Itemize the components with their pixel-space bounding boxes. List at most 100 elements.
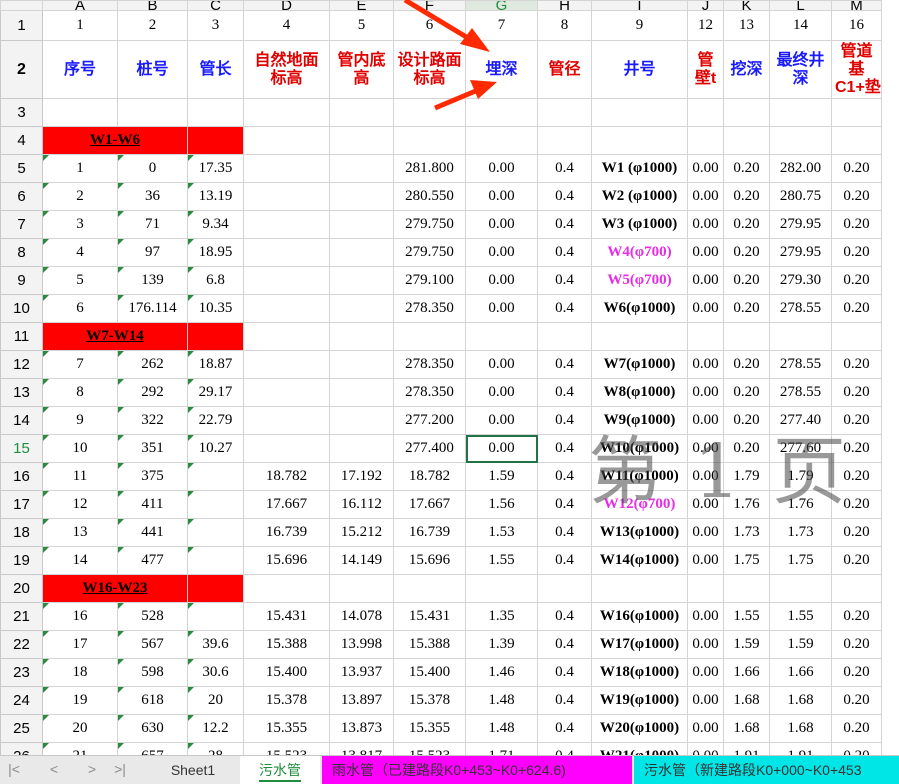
well-number-cell[interactable]: W2 (φ1000) — [591, 182, 688, 211]
empty-cell[interactable] — [591, 98, 688, 127]
col-number-cell[interactable]: 14 — [769, 10, 832, 41]
column-header-e[interactable]: E — [329, 0, 394, 11]
data-cell[interactable]: 279.30 — [769, 266, 832, 295]
data-cell[interactable]: 0.4 — [537, 742, 592, 755]
data-cell[interactable]: 0.00 — [687, 742, 724, 755]
column-header-a[interactable]: A — [42, 0, 118, 11]
data-cell[interactable]: 277.400 — [393, 434, 466, 463]
data-cell[interactable]: 598 — [117, 658, 188, 687]
data-cell[interactable]: 36 — [117, 182, 188, 211]
data-cell[interactable] — [329, 182, 394, 211]
data-cell[interactable]: 0.20 — [831, 742, 882, 755]
data-cell[interactable]: 1.68 — [723, 686, 770, 715]
well-number-cell[interactable]: W1 (φ1000) — [591, 154, 688, 183]
row-header-9[interactable]: 9 — [0, 266, 43, 295]
data-cell[interactable]: 5 — [42, 266, 118, 295]
well-number-cell[interactable]: W9(φ1000) — [591, 406, 688, 435]
data-cell[interactable]: 278.350 — [393, 350, 466, 379]
data-cell[interactable]: 0.20 — [723, 154, 770, 183]
data-cell[interactable]: 12 — [42, 490, 118, 519]
data-cell[interactable]: 12.2 — [187, 714, 244, 743]
data-cell[interactable] — [329, 378, 394, 407]
data-cell[interactable]: 0.00 — [687, 210, 724, 239]
data-cell[interactable]: 0.4 — [537, 182, 592, 211]
empty-cell[interactable] — [723, 98, 770, 127]
data-cell[interactable]: 0.00 — [465, 350, 538, 379]
data-cell[interactable] — [187, 546, 244, 575]
data-cell[interactable]: 0.00 — [687, 406, 724, 435]
data-cell[interactable] — [243, 406, 330, 435]
section-fill-cell[interactable] — [187, 126, 244, 155]
data-cell[interactable]: 0.4 — [537, 546, 592, 575]
row-header-4[interactable]: 4 — [0, 126, 43, 155]
column-header-k[interactable]: K — [723, 0, 770, 11]
data-cell[interactable]: 0.00 — [687, 462, 724, 491]
data-cell[interactable]: 15.523 — [393, 742, 466, 755]
data-cell[interactable]: 0.4 — [537, 518, 592, 547]
empty-cell[interactable] — [769, 322, 832, 351]
data-cell[interactable]: 0.00 — [687, 182, 724, 211]
well-number-cell[interactable]: W20(φ1000) — [591, 714, 688, 743]
data-cell[interactable]: 0.20 — [831, 434, 882, 463]
data-cell[interactable]: 0.4 — [537, 714, 592, 743]
col-number-cell[interactable]: 4 — [243, 10, 330, 41]
data-cell[interactable]: 375 — [117, 462, 188, 491]
data-cell[interactable]: 1 — [42, 154, 118, 183]
data-cell[interactable]: 1.53 — [465, 518, 538, 547]
row-header-20[interactable]: 20 — [0, 574, 43, 603]
data-cell[interactable] — [329, 238, 394, 267]
data-cell[interactable]: 262 — [117, 350, 188, 379]
data-cell[interactable]: 322 — [117, 406, 188, 435]
data-cell[interactable]: 15.388 — [243, 630, 330, 659]
empty-cell[interactable] — [465, 98, 538, 127]
data-cell[interactable]: 39.6 — [187, 630, 244, 659]
row-header-17[interactable]: 17 — [0, 490, 43, 519]
empty-cell[interactable] — [243, 126, 330, 155]
data-cell[interactable]: 4 — [42, 238, 118, 267]
data-cell[interactable]: 0.20 — [723, 182, 770, 211]
data-cell[interactable]: 1.91 — [769, 742, 832, 755]
data-cell[interactable]: 16 — [42, 602, 118, 631]
data-cell[interactable]: 15.388 — [393, 630, 466, 659]
data-cell[interactable]: 277.200 — [393, 406, 466, 435]
select-all-corner[interactable] — [0, 0, 43, 11]
data-cell[interactable]: 0.00 — [687, 434, 724, 463]
data-cell[interactable] — [329, 350, 394, 379]
data-cell[interactable]: 1.48 — [465, 714, 538, 743]
data-cell[interactable]: 1.59 — [723, 630, 770, 659]
data-cell[interactable]: 0.00 — [687, 294, 724, 323]
data-cell[interactable]: 9 — [42, 406, 118, 435]
data-cell[interactable]: 292 — [117, 378, 188, 407]
data-cell[interactable]: 567 — [117, 630, 188, 659]
empty-cell[interactable] — [537, 98, 592, 127]
data-cell[interactable]: 1.66 — [723, 658, 770, 687]
data-cell[interactable]: 0.00 — [465, 406, 538, 435]
data-cell[interactable]: 15.696 — [393, 546, 466, 575]
data-cell[interactable] — [243, 182, 330, 211]
data-cell[interactable]: 7 — [42, 350, 118, 379]
data-cell[interactable]: 0.4 — [537, 350, 592, 379]
data-cell[interactable]: 28 — [187, 742, 244, 755]
well-number-cell[interactable]: W6(φ1000) — [591, 294, 688, 323]
empty-cell[interactable] — [187, 98, 244, 127]
data-cell[interactable]: 0.4 — [537, 434, 592, 463]
data-cell[interactable]: 277.40 — [769, 406, 832, 435]
data-cell[interactable] — [329, 294, 394, 323]
data-cell[interactable]: 0.20 — [831, 350, 882, 379]
data-cell[interactable]: 10.35 — [187, 294, 244, 323]
tab-rain-pipe[interactable]: 雨水管（已建路段K0+453~K0+624.6) — [322, 756, 632, 784]
data-cell[interactable]: 0.00 — [687, 658, 724, 687]
data-cell[interactable]: 0.20 — [831, 266, 882, 295]
data-cell[interactable]: 1.73 — [769, 518, 832, 547]
data-cell[interactable]: 18.95 — [187, 238, 244, 267]
data-cell[interactable] — [243, 434, 330, 463]
col-number-cell[interactable]: 1 — [42, 10, 118, 41]
data-cell[interactable]: 0.00 — [687, 378, 724, 407]
data-cell[interactable]: 0.20 — [723, 238, 770, 267]
well-number-cell[interactable]: W16(φ1000) — [591, 602, 688, 631]
data-cell[interactable]: 0.20 — [723, 350, 770, 379]
data-cell[interactable]: 0.4 — [537, 658, 592, 687]
row-header-12[interactable]: 12 — [0, 350, 43, 379]
header-cell[interactable]: 管壁t — [687, 40, 724, 99]
data-cell[interactable] — [187, 462, 244, 491]
